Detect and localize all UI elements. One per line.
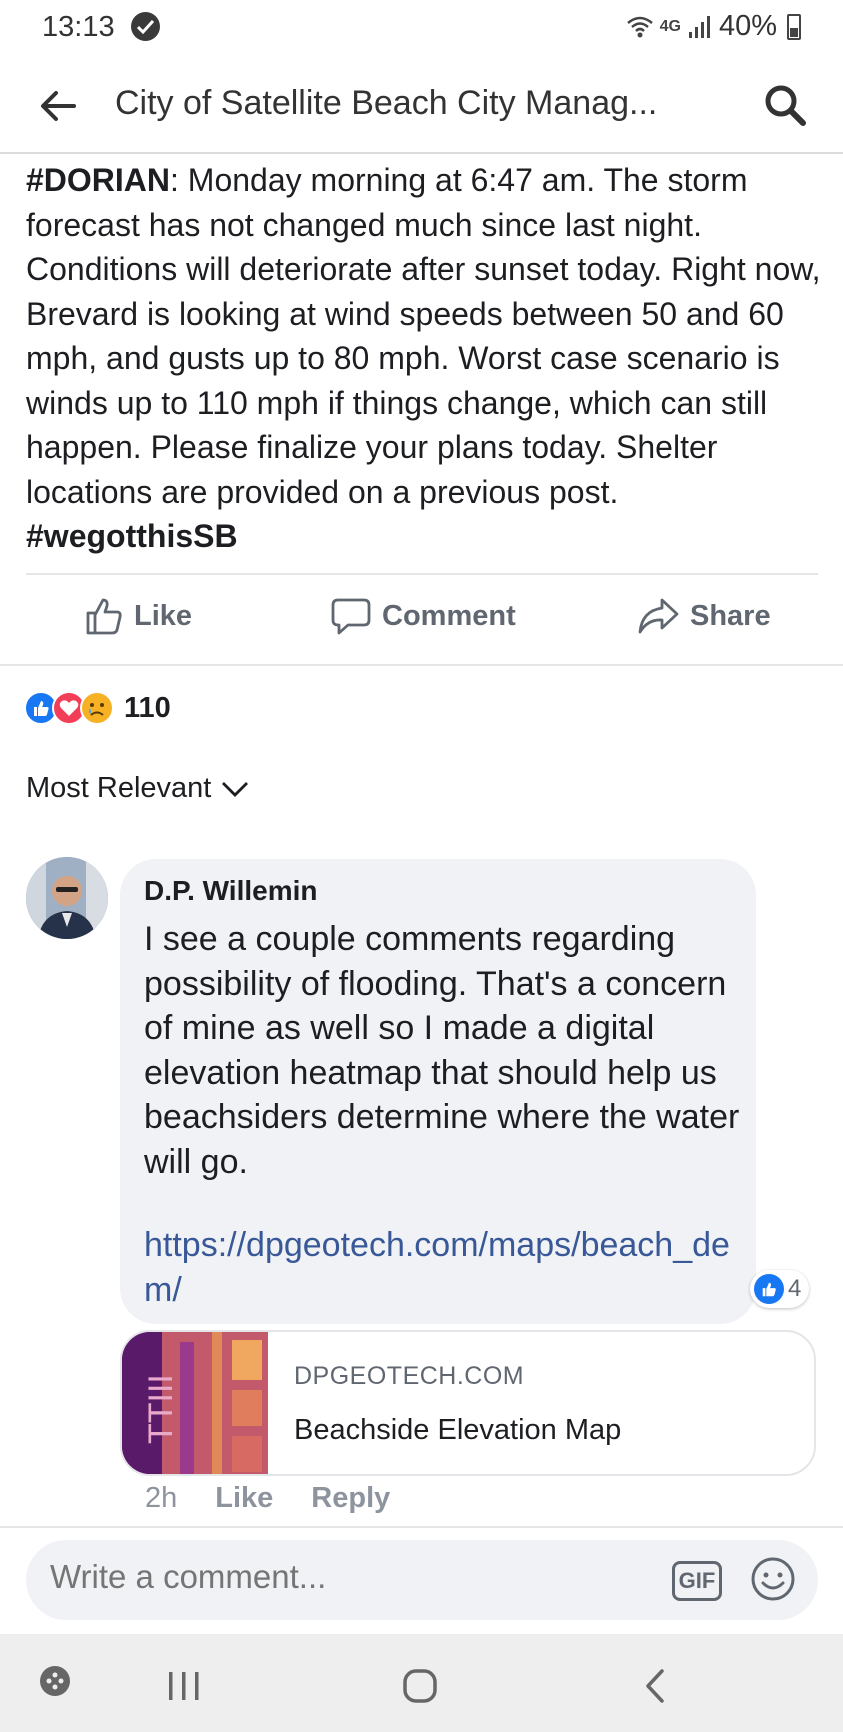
reactions-summary[interactable]: 110 <box>24 688 171 728</box>
comment-bubble: D.P. Willemin I see a couple comments re… <box>120 859 756 1324</box>
app-header: City of Satellite Beach City Manag... <box>0 58 843 154</box>
recent-apps-icon[interactable] <box>166 1670 202 1702</box>
back-arrow-icon[interactable] <box>38 86 78 126</box>
preview-domain: DPGEOTECH.COM <box>294 1362 525 1390</box>
battery-icon <box>787 13 801 40</box>
battery-percent: 40% <box>718 10 777 42</box>
share-button[interactable]: Share <box>636 596 771 636</box>
sort-label: Most Relevant <box>26 772 212 804</box>
check-circle-icon <box>131 12 160 41</box>
sad-reaction-icon <box>80 691 114 725</box>
comment-like-count[interactable]: 4 <box>750 1270 810 1308</box>
page-title: City of Satellite Beach City Manag... <box>115 84 658 122</box>
share-label: Share <box>690 599 771 632</box>
comment-like-button[interactable]: Like <box>215 1482 273 1515</box>
link-preview[interactable]: TTIII DPGEOTECH.COM Beachside Elevation … <box>120 1330 816 1476</box>
wifi-icon <box>626 16 653 37</box>
comment-composer: GIF <box>26 1540 818 1620</box>
status-bar: 13:13 4G 40% <box>0 0 843 52</box>
like-button[interactable]: Like <box>84 596 192 636</box>
post-body-text: : Monday morning at 6:47 am. The storm f… <box>26 162 821 510</box>
preview-thumbnail: TTIII <box>122 1332 268 1474</box>
share-arrow-icon <box>638 598 679 634</box>
divider <box>26 573 818 575</box>
hashtag-dorian[interactable]: #DORIAN <box>26 162 170 198</box>
comment-bubble-icon <box>331 598 371 635</box>
search-icon[interactable] <box>762 82 808 128</box>
status-time: 13:13 <box>42 11 115 43</box>
comment-text: I see a couple comments regarding possib… <box>144 920 740 1181</box>
comment-input[interactable] <box>50 1558 570 1596</box>
reaction-count: 110 <box>124 691 171 724</box>
comment-link[interactable]: https://dpgeotech.com/maps/beach_dem/ <box>144 1223 744 1312</box>
comment-meta: 2h Like Reply <box>145 1482 390 1515</box>
like-reaction-icon <box>754 1274 784 1304</box>
home-icon[interactable] <box>402 1668 438 1704</box>
comment-sort-dropdown[interactable]: Most Relevant <box>26 772 249 805</box>
comment-button[interactable]: Comment <box>330 596 516 636</box>
thumbs-up-icon <box>86 598 122 635</box>
preview-title: Beachside Elevation Map <box>294 1414 622 1446</box>
status-indicators: 4G 40% <box>626 10 801 43</box>
post-text: #DORIAN: Monday morning at 6:47 am. The … <box>26 158 826 559</box>
signal-icon <box>688 15 710 38</box>
system-nav-bar <box>0 1634 843 1732</box>
avatar[interactable] <box>26 857 108 939</box>
commenter-name[interactable]: D.P. Willemin <box>144 875 318 907</box>
svg-text:TTIII: TTIII <box>142 1374 180 1444</box>
post-actions: Like Comment Share <box>0 590 843 650</box>
divider <box>0 1526 843 1528</box>
network-type: 4G <box>659 17 681 35</box>
like-label: Like <box>134 599 193 632</box>
comment-label: Comment <box>382 599 516 632</box>
emoji-icon[interactable] <box>750 1556 796 1602</box>
game-launcher-icon[interactable] <box>38 1664 72 1698</box>
chevron-down-icon <box>222 781 249 797</box>
comment-reply-button[interactable]: Reply <box>311 1482 390 1515</box>
back-nav-icon[interactable] <box>642 1668 670 1704</box>
comment-time: 2h <box>145 1482 178 1514</box>
gif-button[interactable]: GIF <box>672 1561 722 1601</box>
divider <box>0 664 843 666</box>
comment-like-number: 4 <box>788 1275 802 1302</box>
hashtag-wegotthissb[interactable]: #wegotthisSB <box>26 518 238 554</box>
